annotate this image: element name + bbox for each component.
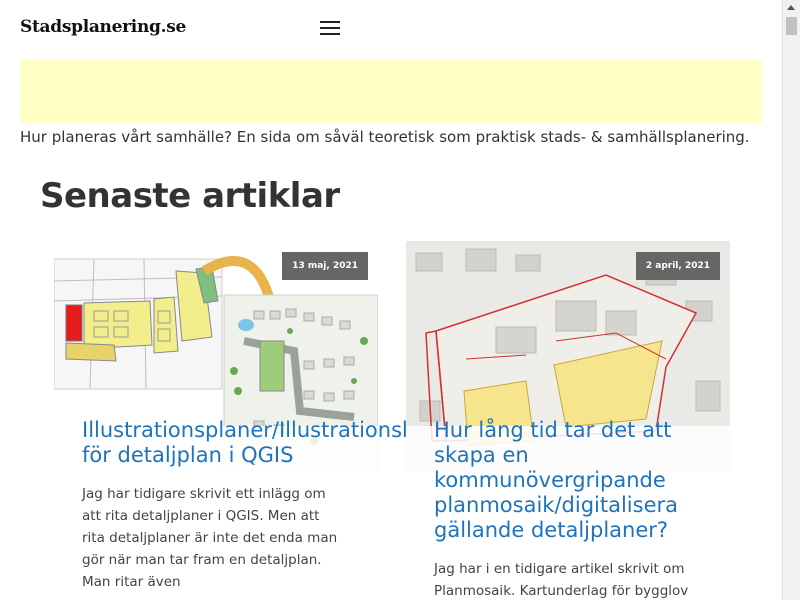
scrollbar[interactable] [782, 0, 800, 600]
article-card: 2 april, 2021 Hur lång tid tar det att s… [406, 241, 730, 601]
ad-banner[interactable] [20, 60, 762, 123]
scroll-up-arrow-icon[interactable] [787, 5, 795, 10]
hamburger-menu-icon[interactable] [320, 21, 340, 37]
article-excerpt: Jag har i en tidigare artikel skrivit om… [434, 561, 689, 599]
scrollbar-thumb[interactable] [786, 17, 797, 35]
section-title: Senaste artiklar [40, 176, 340, 216]
date-badge: 2 april, 2021 [635, 252, 720, 280]
article-card: 13 maj, 2021 Illustrationsplaner/Illustr… [54, 241, 465, 601]
article-title-link[interactable]: Hur lång tid tar det att skapa en kommun… [434, 418, 684, 543]
site-title[interactable]: Stadsplanering.se [20, 17, 186, 37]
site-tagline: Hur planeras vårt samhälle? En sida om s… [20, 128, 750, 146]
article-title-link[interactable]: Illustrationsplaner/Illustrationskartor … [82, 418, 465, 468]
article-excerpt: Jag har tidigare skrivit ett inlägg om a… [82, 486, 338, 590]
date-badge: 13 maj, 2021 [282, 252, 368, 280]
